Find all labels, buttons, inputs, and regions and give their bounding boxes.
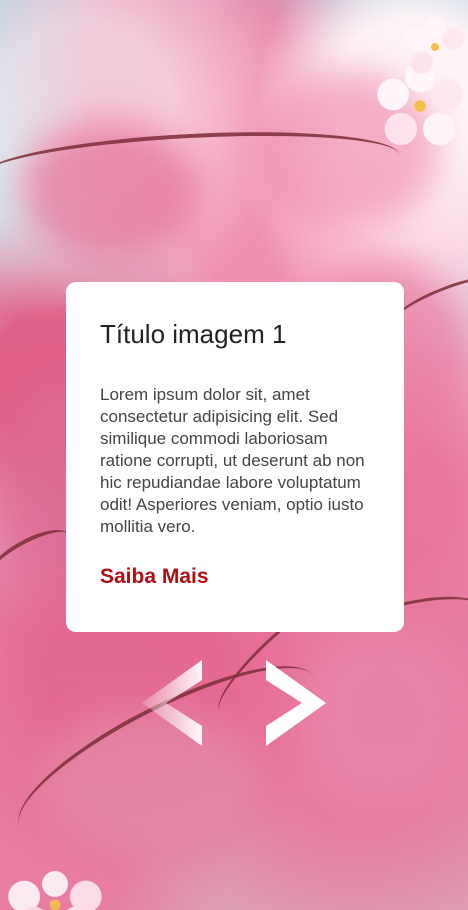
- next-slide-button[interactable]: [266, 660, 326, 746]
- background-blossom: [402, 14, 468, 80]
- slide-description: Lorem ipsum dolor sit, amet consectetur …: [100, 385, 365, 536]
- slide-title: Título imagem 1: [100, 319, 287, 349]
- chevron-left-icon: [142, 660, 202, 746]
- learn-more-link[interactable]: Saiba Mais: [100, 564, 209, 590]
- chevron-right-icon: [266, 660, 326, 746]
- slide-card: Título imagem 1 Lorem ipsum dolor sit, a…: [66, 282, 404, 632]
- background-blossom: [0, 870, 110, 910]
- previous-slide-button[interactable]: [142, 660, 202, 746]
